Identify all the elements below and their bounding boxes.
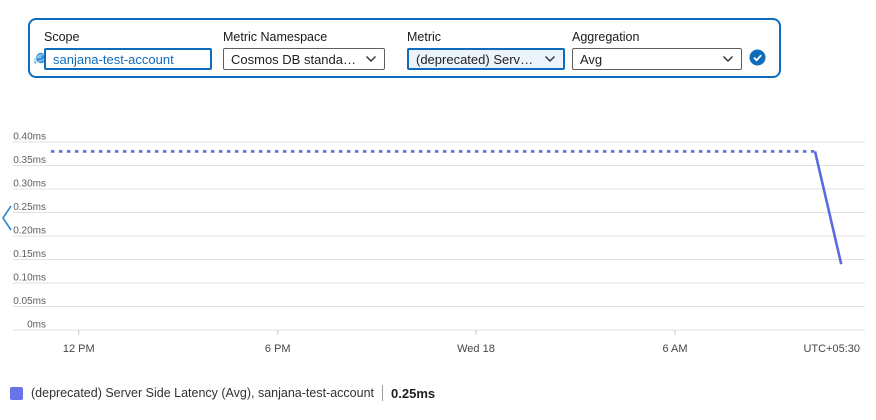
svg-text:6 AM: 6 AM [662,343,687,355]
chart-collapse-chevron-icon[interactable] [0,204,14,234]
svg-text:0.05ms: 0.05ms [13,296,46,307]
metric-namespace-label: Metric Namespace [223,30,328,44]
aggregation-label: Aggregation [572,30,640,44]
metric-value: (deprecated) Server … [416,51,538,67]
svg-text:UTC+05:30: UTC+05:30 [803,343,860,355]
svg-text:0.20ms: 0.20ms [13,226,46,237]
aggregation-value: Avg [580,51,603,67]
svg-text:0.35ms: 0.35ms [13,155,46,166]
scope-label: Scope [44,30,80,44]
metric-namespace-select[interactable]: Cosmos DB standar… [223,48,385,70]
metric-settings-toolbar: Scope sanjana-test-account Metric Namesp… [28,18,781,78]
metric-chart: 0.40ms 0.35ms 0.30ms 0.25ms 0.20ms 0.15ms 0.10… [0,118,876,368]
legend-label: (deprecated) Server Side Latency (Avg), … [31,386,375,400]
svg-text:0ms: 0ms [27,320,46,331]
svg-text:0.30ms: 0.30ms [13,179,46,190]
aggregation-field: Aggregation Avg [572,30,742,70]
chart-plot-area: 0.40ms 0.35ms 0.30ms 0.25ms 0.20ms 0.15ms 0.10… [13,132,865,355]
metric-select[interactable]: (deprecated) Server … [407,48,565,70]
svg-text:0.40ms: 0.40ms [13,132,46,143]
check-circle-icon[interactable] [749,49,766,66]
svg-text:0.25ms: 0.25ms [13,202,46,213]
metric-field: Metric (deprecated) Server … [407,30,565,70]
svg-text:6 PM: 6 PM [265,343,291,355]
metric-label: Metric [407,30,442,44]
metrics-explorer: Scope sanjana-test-account Metric Namesp… [0,0,876,420]
aggregation-select[interactable]: Avg [572,48,742,70]
svg-text:12 PM: 12 PM [63,343,95,355]
chevron-down-icon [722,55,734,63]
chevron-down-icon [544,55,556,63]
scope-value: sanjana-test-account [53,51,174,67]
legend-divider [382,385,384,401]
scope-input[interactable]: sanjana-test-account [44,48,212,70]
svg-text:0.10ms: 0.10ms [13,273,46,284]
svg-text:0.15ms: 0.15ms [13,249,46,260]
metric-namespace-value: Cosmos DB standar… [231,51,359,67]
chevron-down-icon [365,55,377,63]
svg-text:Wed 18: Wed 18 [457,343,495,355]
legend-swatch [10,386,23,400]
scope-field: Scope sanjana-test-account [44,30,212,70]
legend-value: 0.25ms [391,385,436,401]
legend-item[interactable]: (deprecated) Server Side Latency (Avg), … [10,385,435,401]
metric-namespace-field: Metric Namespace Cosmos DB standar… [223,30,385,70]
